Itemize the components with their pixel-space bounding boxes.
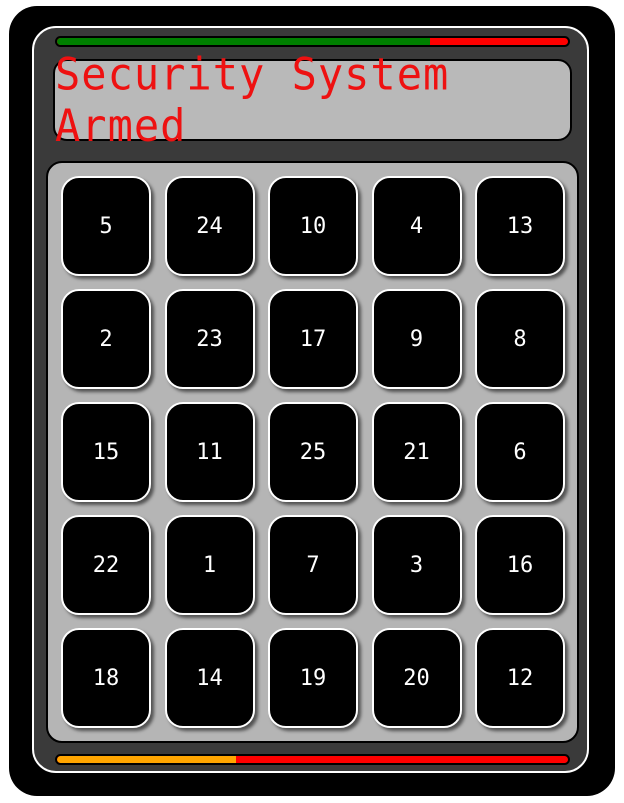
- keypad-key[interactable]: 13: [475, 176, 565, 276]
- keypad-key[interactable]: 3: [371, 515, 462, 615]
- device-bezel: Security System Armed 5 24 10 4 13 2 23 17 9 8 15 1…: [32, 26, 589, 773]
- keypad-key[interactable]: 6: [475, 402, 565, 502]
- keypad-key[interactable]: 12: [475, 628, 565, 728]
- keypad-key[interactable]: 16: [475, 515, 565, 615]
- keypad-key[interactable]: 8: [475, 289, 565, 389]
- keypad-key[interactable]: 17: [268, 289, 358, 389]
- keypad-key[interactable]: 14: [164, 628, 255, 728]
- keypad-key[interactable]: 2: [61, 289, 151, 389]
- keypad-key[interactable]: 1: [164, 515, 255, 615]
- keypad-key[interactable]: 24: [164, 176, 255, 276]
- keypad-key[interactable]: 4: [371, 176, 462, 276]
- keypad-key[interactable]: 5: [61, 176, 151, 276]
- keypad-key[interactable]: 15: [61, 402, 151, 502]
- keypad-key[interactable]: 20: [371, 628, 462, 728]
- security-device: Security System Armed 5 24 10 4 13 2 23 17 9 8 15 1…: [9, 6, 615, 796]
- keypad-key[interactable]: 10: [268, 176, 358, 276]
- top-progress-bar: [55, 36, 570, 47]
- top-progress-fill: [57, 38, 431, 45]
- keypad-key[interactable]: 18: [61, 628, 151, 728]
- keypad-key[interactable]: 23: [164, 289, 255, 389]
- keypad-key[interactable]: 19: [268, 628, 358, 728]
- keypad-key[interactable]: 22: [61, 515, 151, 615]
- bottom-progress-fill: [57, 756, 236, 763]
- status-text: Security System Armed: [55, 48, 450, 152]
- keypad-key[interactable]: 11: [164, 402, 255, 502]
- keypad-key[interactable]: 7: [268, 515, 358, 615]
- keypad: 5 24 10 4 13 2 23 17 9 8 15 11 25 21 6 22 1 7 3 16 18 14 19 20 1…: [46, 161, 579, 743]
- keypad-key[interactable]: 25: [268, 402, 358, 502]
- keypad-key[interactable]: 9: [371, 289, 462, 389]
- status-display: Security System Armed: [53, 49, 572, 151]
- keypad-key[interactable]: 21: [371, 402, 462, 502]
- bottom-progress-bar: [55, 754, 570, 765]
